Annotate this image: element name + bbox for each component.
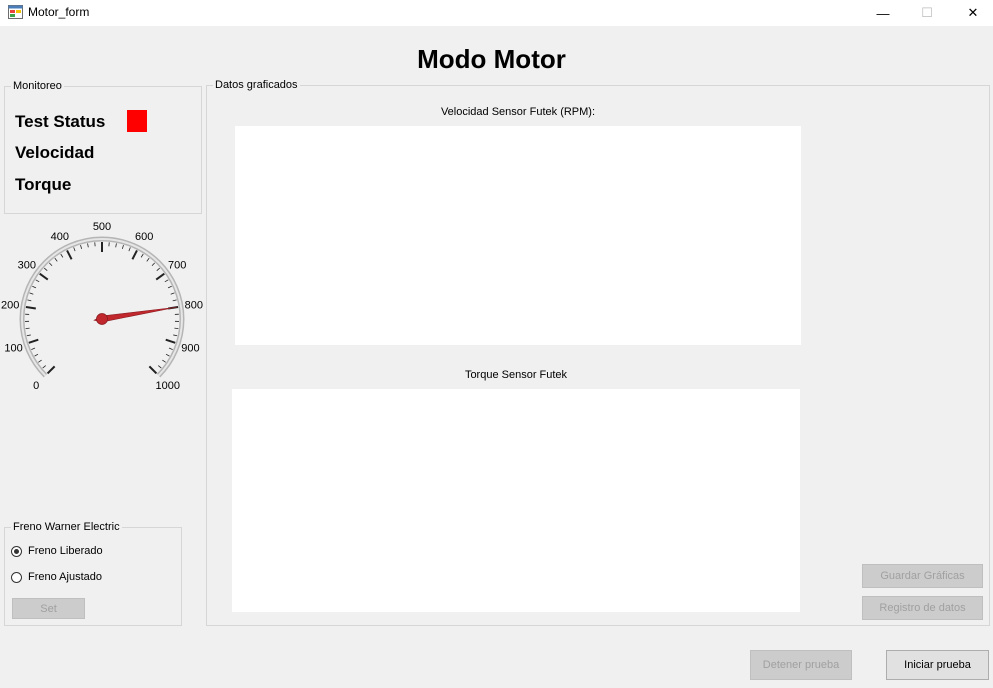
gauge-major-tick <box>66 249 73 260</box>
gauge-minor-tick <box>172 299 177 302</box>
gauge-minor-tick <box>115 243 117 248</box>
gauge-minor-tick <box>128 247 131 252</box>
minimize-button[interactable]: — <box>860 0 906 26</box>
gauge-major-tick <box>148 365 158 375</box>
gauge-tick-label: 300 <box>18 259 36 271</box>
gauge-minor-tick <box>34 353 39 357</box>
gauge-minor-tick <box>121 244 124 250</box>
torque-chart-title: Torque Sensor Futek <box>464 369 568 381</box>
torque-label: Torque <box>15 175 72 194</box>
detener-prueba-button[interactable]: Detener prueba <box>750 650 852 680</box>
gauge-minor-tick <box>165 353 170 357</box>
gauge-tick-label: 800 <box>185 299 203 311</box>
gauge-minor-tick <box>48 262 53 267</box>
velocidad-chart-title: Velocidad Sensor Futek (RPM): <box>440 106 596 118</box>
monitoreo-group: Monitoreo Test Status Velocidad Torque <box>4 80 202 214</box>
gauge-tick-label: 0 <box>33 380 39 392</box>
gauge-major-tick <box>39 272 49 281</box>
test-status-indicator <box>127 110 147 132</box>
gauge-major-tick <box>46 365 56 375</box>
minimize-icon: — <box>876 5 890 21</box>
app-icon <box>8 5 23 19</box>
gauge-minor-tick <box>167 285 172 289</box>
freno-group: Freno Warner Electric Freno Liberado Fre… <box>4 521 182 626</box>
velocidad-label: Velocidad <box>15 143 95 162</box>
gauge-minor-tick <box>146 257 150 262</box>
gauge-minor-tick <box>170 292 175 295</box>
torque-chart <box>232 389 800 612</box>
gauge-tick-label: 700 <box>168 259 186 271</box>
maximize-icon: ☐ <box>921 5 933 20</box>
gauge-tick-label: 400 <box>51 231 69 243</box>
iniciar-prueba-button[interactable]: Iniciar prueba <box>886 650 989 680</box>
gauge-tick-label: 500 <box>93 221 111 233</box>
gauge-minor-tick <box>140 253 144 258</box>
freno-liberado-label: Freno Liberado <box>28 545 103 557</box>
monitoreo-legend: Monitoreo <box>11 80 64 93</box>
gauge-minor-tick <box>173 334 178 337</box>
freno-legend: Freno Warner Electric <box>11 521 122 534</box>
gauge-minor-tick <box>174 327 179 330</box>
gauge-tick-label: 200 <box>1 299 19 311</box>
gauge-major-tick <box>28 338 39 344</box>
gauge-minor-tick <box>156 267 161 272</box>
title-bar: Motor_form — ☐ ✕ <box>0 0 993 26</box>
gauge-major-tick <box>165 338 176 344</box>
gauge-tick-label: 1000 <box>156 380 180 392</box>
gauge-minor-tick <box>162 359 166 363</box>
registro-datos-button[interactable]: Registro de datos <box>862 596 983 620</box>
gauge-minor-tick <box>29 292 34 295</box>
gauge-rim-outer <box>19 236 185 378</box>
gauge-minor-tick <box>168 347 173 350</box>
gauge-minor-tick <box>35 279 40 283</box>
close-button[interactable]: ✕ <box>950 0 993 26</box>
gauge-major-tick <box>131 249 138 260</box>
radio-unchecked-icon[interactable] <box>11 571 22 583</box>
freno-ajustado-label: Freno Ajustado <box>28 571 102 583</box>
gauge-minor-tick <box>60 253 64 258</box>
gauge-minor-tick <box>38 359 42 363</box>
gauge-rim <box>19 236 185 378</box>
gauge-minor-tick <box>43 267 48 272</box>
speed-gauge: 0 100 200 300 400 500 600 700 800 900 1000 <box>1 221 203 392</box>
gauge-needle <box>93 306 178 325</box>
gauge-tick-label: 600 <box>135 231 153 243</box>
gauge-minor-tick <box>87 243 89 248</box>
gauge-tick-label: 900 <box>181 343 199 355</box>
maximize-button[interactable]: ☐ <box>904 0 950 26</box>
gauge-needle-hub <box>96 313 108 325</box>
gauge-minor-tick <box>25 327 30 330</box>
gauge-minor-tick <box>157 365 162 369</box>
datos-graficados-legend: Datos graficados <box>213 79 300 92</box>
page-title: Modo Motor <box>417 44 566 74</box>
velocidad-chart <box>235 126 801 345</box>
datos-graficados-group: Datos graficados Velocidad Sensor Futek … <box>206 79 990 626</box>
gauge-minor-tick <box>42 365 47 369</box>
gauge-minor-tick <box>80 244 83 250</box>
gauge-minor-tick <box>27 299 32 302</box>
gauge-tick-label: 100 <box>4 343 22 355</box>
radio-checked-icon[interactable] <box>11 545 22 557</box>
gauge-minor-tick <box>32 285 37 289</box>
window-title: Motor_form <box>28 5 90 19</box>
test-status-label: Test Status <box>15 112 106 131</box>
gauge-major-tick <box>25 305 36 310</box>
guardar-graficas-button[interactable]: Guardar Gráficas <box>862 564 983 588</box>
gauge-minor-tick <box>26 334 31 337</box>
set-button[interactable]: Set <box>12 598 85 619</box>
freno-ajustado-radio[interactable]: Freno Ajustado <box>11 571 102 583</box>
gauge-minor-tick <box>151 262 156 267</box>
gauge-minor-tick <box>73 247 76 252</box>
gauge-minor-tick <box>31 347 36 350</box>
freno-liberado-radio[interactable]: Freno Liberado <box>11 545 103 557</box>
close-icon: ✕ <box>967 5 979 20</box>
gauge-minor-tick <box>164 279 169 283</box>
gauge-minor-tick <box>54 257 58 262</box>
gauge-major-tick <box>155 272 165 281</box>
